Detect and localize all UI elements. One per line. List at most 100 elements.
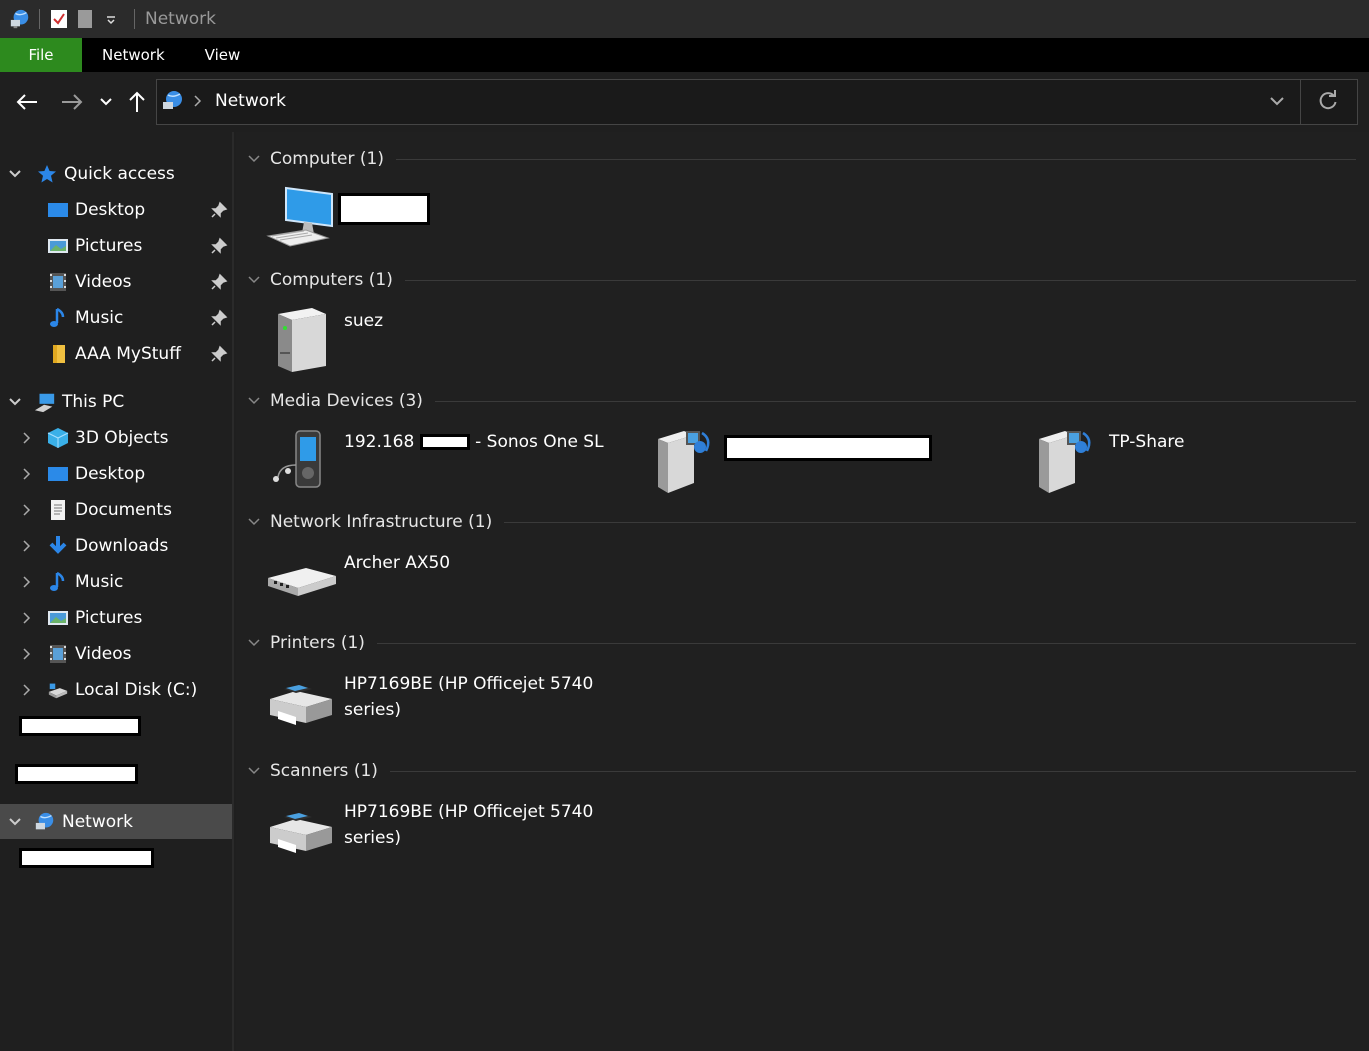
- arrow-right-icon: [62, 94, 83, 110]
- sidebar-item-pictures-quick[interactable]: Pictures: [47, 229, 142, 263]
- sidebar-item-this-pc[interactable]: This PC: [34, 385, 124, 419]
- arrow-left-icon: [16, 94, 37, 110]
- titlebar-separator: [134, 9, 135, 29]
- group-header-network-infrastructure[interactable]: Network Infrastructure (1): [246, 509, 1356, 535]
- group-label: Media Devices (3): [270, 391, 423, 411]
- device-name-prefix: 192.168: [344, 432, 415, 452]
- sidebar-item-desktop[interactable]: Desktop: [47, 457, 145, 491]
- device-tile-computer[interactable]: [266, 184, 430, 256]
- sidebar-item-label: Downloads: [75, 536, 169, 556]
- group-header-printers[interactable]: Printers (1): [246, 630, 1356, 656]
- group-header-media-devices[interactable]: Media Devices (3): [246, 388, 1356, 414]
- sidebar-item-pictures[interactable]: Pictures: [47, 601, 142, 635]
- refresh-icon[interactable]: [1317, 90, 1339, 112]
- device-name-line1: HP7169BE (HP Officejet 5740: [344, 674, 594, 694]
- device-name-line2: series): [344, 700, 401, 720]
- back-button[interactable]: [13, 88, 41, 116]
- media-player-icon: [273, 430, 321, 488]
- sidebar-item-downloads[interactable]: Downloads: [47, 529, 168, 563]
- printer-icon: [270, 685, 332, 725]
- customize-toolbar-button[interactable]: [100, 8, 122, 30]
- sidebar-item-videos-quick[interactable]: Videos: [47, 265, 132, 299]
- up-button[interactable]: [123, 88, 151, 116]
- device-name: Archer AX50: [344, 553, 451, 573]
- group-label: Network Infrastructure (1): [270, 512, 493, 532]
- documents-icon: [51, 500, 65, 520]
- collapse-chevron-icon[interactable]: [19, 574, 35, 590]
- pin-icon[interactable]: [210, 309, 228, 327]
- desktop-icon: [48, 203, 68, 217]
- device-tile-printer[interactable]: HP7169BE (HP Officejet 5740 series): [266, 667, 593, 739]
- chevron-down-icon[interactable]: [1269, 92, 1285, 110]
- chevron-down-icon: [248, 276, 260, 284]
- collapse-chevron-icon[interactable]: [19, 538, 35, 554]
- sidebar-item-quick-access[interactable]: Quick access: [36, 157, 175, 191]
- group-divider: [434, 400, 1356, 402]
- device-tile-media-server[interactable]: [650, 425, 932, 497]
- chevron-down-icon: [248, 397, 260, 405]
- device-tile-tp-share[interactable]: TP-Share: [1031, 425, 1184, 497]
- sidebar-item-label: Local Disk (C:): [75, 680, 198, 700]
- expand-chevron-icon[interactable]: [7, 166, 23, 182]
- pin-icon[interactable]: [210, 201, 228, 219]
- collapse-chevron-icon[interactable]: [19, 610, 35, 626]
- sidebar-item-label: Desktop: [75, 464, 146, 484]
- redacted-device-name: [724, 435, 932, 461]
- sidebar-item-network[interactable]: Network: [34, 805, 133, 839]
- expand-chevron-icon[interactable]: [7, 814, 23, 830]
- chevron-right-icon[interactable]: [193, 92, 203, 110]
- redacted-sidebar-item[interactable]: [19, 848, 154, 868]
- tab-file[interactable]: File: [0, 38, 82, 72]
- content-pane: Computer (1) Computers (1) suez Media De…: [236, 132, 1369, 1051]
- sidebar-item-music-quick[interactable]: Music: [47, 301, 123, 335]
- group-header-computer[interactable]: Computer (1): [246, 146, 1356, 172]
- collapse-chevron-icon[interactable]: [19, 430, 35, 446]
- device-tile-sonos[interactable]: 192.168 - Sonos One SL: [266, 425, 604, 497]
- sidebar-item-local-disk[interactable]: Local Disk (C:): [47, 673, 197, 707]
- media-server-icon: [1039, 431, 1091, 493]
- sidebar-item-videos[interactable]: Videos: [47, 637, 132, 671]
- tab-network[interactable]: Network: [82, 38, 185, 72]
- sidebar-item-3d-objects[interactable]: 3D Objects: [47, 421, 169, 455]
- pin-icon[interactable]: [210, 237, 228, 255]
- breadcrumb-network[interactable]: Network: [215, 91, 286, 111]
- hard-drive-icon: [48, 683, 68, 699]
- sidebar-item-aaa-mystuff[interactable]: AAA MyStuff: [47, 337, 181, 371]
- forward-button[interactable]: [58, 88, 86, 116]
- device-tile-suez[interactable]: suez: [266, 304, 383, 376]
- sidebar-item-label: Network: [62, 812, 133, 832]
- titlebar-separator: [39, 9, 40, 29]
- recent-locations-button[interactable]: [92, 88, 120, 116]
- pin-icon[interactable]: [210, 345, 228, 363]
- sidebar-item-documents[interactable]: Documents: [47, 493, 172, 527]
- device-tile-archer-ax50[interactable]: Archer AX50: [266, 546, 450, 618]
- network-globe-icon[interactable]: [9, 8, 31, 30]
- sidebar-item-label: Music: [75, 308, 124, 328]
- window-title: Network: [145, 9, 216, 29]
- redacted-sidebar-item[interactable]: [19, 716, 141, 736]
- collapse-chevron-icon[interactable]: [19, 682, 35, 698]
- tab-view[interactable]: View: [185, 38, 261, 72]
- new-folder-button[interactable]: [74, 8, 96, 30]
- collapse-chevron-icon[interactable]: [19, 502, 35, 518]
- group-header-computers[interactable]: Computers (1): [246, 267, 1356, 293]
- sidebar-item-desktop-quick[interactable]: Desktop: [47, 193, 145, 227]
- pictures-icon: [48, 239, 68, 253]
- pin-icon[interactable]: [210, 273, 228, 291]
- collapse-chevron-icon[interactable]: [19, 646, 35, 662]
- collapse-chevron-icon[interactable]: [19, 466, 35, 482]
- redacted-sidebar-item[interactable]: [15, 764, 138, 784]
- group-divider: [404, 279, 1356, 281]
- sidebar-item-music[interactable]: Music: [47, 565, 123, 599]
- group-header-scanners[interactable]: Scanners (1): [246, 758, 1356, 784]
- device-name-line1: HP7169BE (HP Officejet 5740: [344, 802, 594, 822]
- address-bar[interactable]: Network: [156, 79, 1358, 125]
- folder-icon: [53, 345, 65, 363]
- music-note-icon: [50, 307, 65, 327]
- device-tile-scanner[interactable]: HP7169BE (HP Officejet 5740 series): [266, 795, 593, 867]
- expand-chevron-icon[interactable]: [7, 394, 23, 410]
- group-label: Scanners (1): [270, 761, 378, 781]
- pictures-icon: [48, 611, 68, 625]
- sidebar-item-label: Videos: [75, 272, 132, 292]
- properties-button[interactable]: [48, 8, 70, 30]
